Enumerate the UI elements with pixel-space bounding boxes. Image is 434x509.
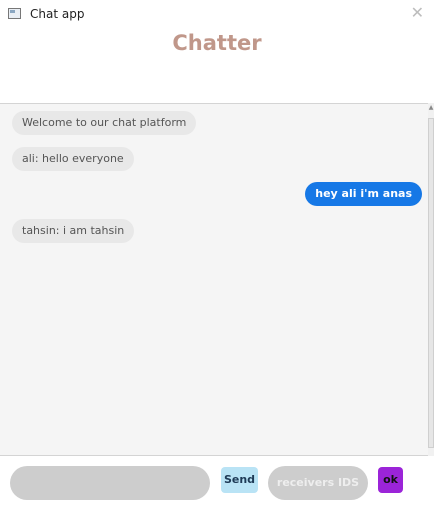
incoming-message: tahsin: i am tahsin <box>12 219 135 243</box>
outgoing-message: hey ali i'm anas <box>305 182 422 206</box>
app-window-icon <box>8 8 21 19</box>
message-list[interactable]: Welcome to our chat platform ali: hello … <box>0 103 428 456</box>
title-bar: Chat app ✕ <box>0 0 434 30</box>
close-icon[interactable]: ✕ <box>411 4 424 22</box>
window-title: Chat app <box>30 7 85 21</box>
scrollbar-thumb[interactable] <box>428 118 434 448</box>
send-button[interactable]: Send <box>221 467 258 493</box>
scroll-up-arrow-icon[interactable]: ▲ <box>428 104 434 112</box>
receivers-input[interactable]: receivers IDS <box>268 466 368 500</box>
incoming-message: Welcome to our chat platform <box>12 111 197 135</box>
incoming-message: ali: hello everyone <box>12 147 134 171</box>
message-input[interactable] <box>10 466 210 500</box>
ok-button[interactable]: ok <box>378 467 403 493</box>
page-title: Chatter <box>172 31 262 55</box>
